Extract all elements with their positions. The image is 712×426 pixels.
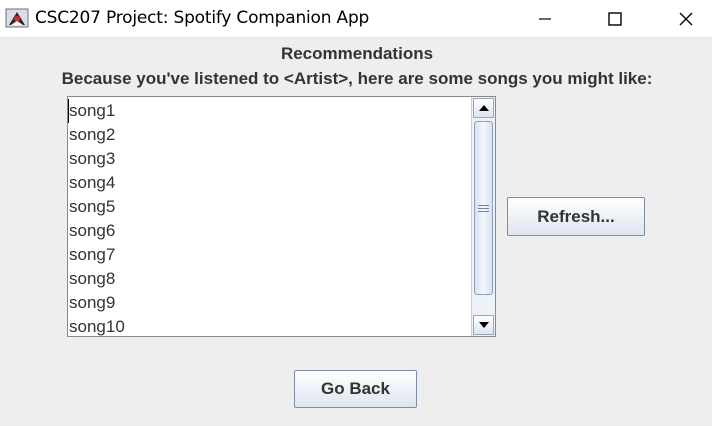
list-item[interactable]: song9	[68, 291, 473, 315]
java-duke-icon	[5, 8, 29, 28]
window-title: CSC207 Project: Spotify Companion App	[35, 8, 370, 28]
arrow-up-icon	[478, 105, 489, 111]
close-icon	[679, 12, 693, 25]
grip-icon	[478, 204, 489, 212]
list-item[interactable]: song7	[68, 243, 473, 267]
maximize-icon	[608, 11, 622, 26]
vertical-scrollbar[interactable]	[471, 97, 495, 336]
scroll-up-button[interactable]	[473, 98, 494, 118]
scroll-down-button[interactable]	[473, 315, 494, 335]
refresh-button[interactable]: Refresh...	[507, 197, 645, 236]
scroll-thumb[interactable]	[474, 121, 493, 295]
list-item[interactable]: song4	[68, 171, 473, 195]
list-item[interactable]: song3	[68, 147, 473, 171]
list-item[interactable]: song6	[68, 219, 473, 243]
list-item[interactable]: song8	[68, 267, 473, 291]
list-item[interactable]: song2	[68, 123, 473, 147]
maximize-button[interactable]	[592, 0, 638, 37]
arrow-down-icon	[478, 322, 489, 328]
go-back-button[interactable]: Go Back	[294, 370, 417, 408]
list-item[interactable]: song5	[68, 195, 473, 219]
song-list[interactable]: song1 song2 song3 song4 song5 song6 song…	[67, 96, 496, 337]
list-item[interactable]: song1	[68, 99, 473, 123]
page-subtitle: Because you've listened to <Artist>, her…	[61, 69, 653, 88]
minimize-icon	[539, 17, 551, 20]
minimize-button[interactable]	[522, 0, 568, 37]
song-list-items: song1 song2 song3 song4 song5 song6 song…	[68, 99, 473, 336]
title-bar: CSC207 Project: Spotify Companion App	[0, 0, 712, 38]
close-button[interactable]	[663, 0, 709, 37]
list-item[interactable]: song10	[68, 315, 473, 336]
page-title: Recommendations	[280, 44, 434, 63]
